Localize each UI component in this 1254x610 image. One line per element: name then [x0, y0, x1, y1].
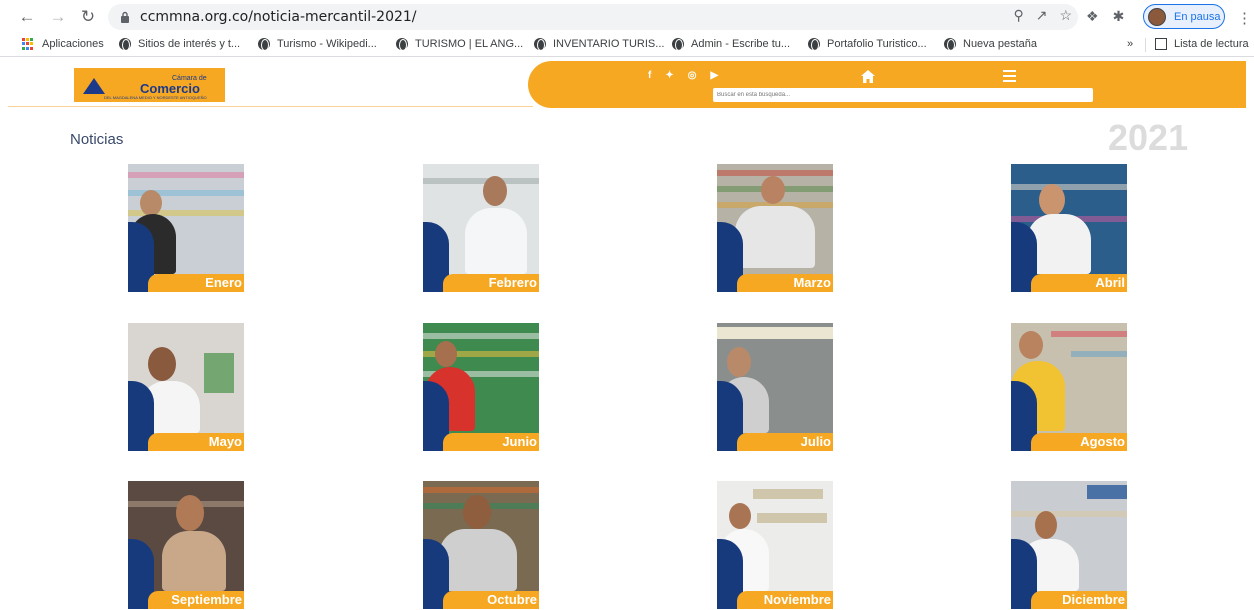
url-text[interactable]: ccmmna.org.co/noticia-mercantil-2021/ — [140, 9, 417, 25]
month-label: Marzo — [793, 275, 831, 290]
bookmark-item[interactable]: Turismo - Wikipedi... — [258, 38, 377, 51]
page-title: Noticias — [70, 131, 124, 148]
extension-icon[interactable]: ❖ — [1086, 8, 1099, 25]
month-card-septiembre[interactable]: Septiembre — [128, 481, 244, 609]
bookmark-item[interactable]: TURISMO | EL ANG... — [396, 38, 523, 51]
globe-icon — [396, 38, 408, 51]
reading-list-button[interactable]: Lista de lectura — [1155, 38, 1249, 50]
forward-arrow-icon[interactable]: → — [47, 6, 69, 28]
twitter-icon[interactable]: ✦ — [665, 70, 673, 81]
globe-icon — [534, 38, 546, 51]
month-label: Julio — [800, 434, 831, 449]
hamburger-menu-icon[interactable] — [1003, 70, 1016, 82]
site-search-input[interactable] — [713, 88, 1093, 102]
globe-icon — [672, 38, 684, 51]
profile-button[interactable]: En pausa — [1143, 4, 1225, 29]
avatar — [1148, 7, 1166, 26]
youtube-icon[interactable]: ▶ — [710, 70, 718, 81]
facebook-icon[interactable]: f — [648, 70, 651, 81]
browser-toolbar: ← → ↻ ccmmna.org.co/noticia-mercantil-20… — [0, 0, 1254, 33]
month-label: Noviembre — [763, 592, 831, 607]
address-bar[interactable]: ccmmna.org.co/noticia-mercantil-2021/ ⚲ … — [108, 4, 1078, 30]
bookmarks-overflow-button[interactable]: » — [1127, 38, 1133, 50]
year-heading: 2021 — [1108, 117, 1189, 158]
profile-status: En pausa — [1174, 10, 1221, 23]
month-label: Septiembre — [171, 592, 242, 607]
globe-icon — [119, 38, 131, 51]
globe-icon — [808, 38, 820, 51]
site-logo[interactable]: Cámara de Comercio DEL MAGDALENA MEDIO Y… — [74, 68, 225, 102]
month-card-julio[interactable]: Julio — [717, 323, 833, 451]
header-divider — [8, 106, 533, 107]
month-card-octubre[interactable]: Octubre — [423, 481, 539, 609]
share-icon[interactable]: ↗ — [1036, 7, 1048, 24]
bookmarks-bar: Aplicaciones Sitios de interés y t... Tu… — [0, 33, 1254, 57]
zoom-icon[interactable]: ⚲ — [1013, 7, 1023, 24]
bookmark-item[interactable]: Admin - Escribe tu... — [672, 38, 790, 51]
month-card-agosto[interactable]: Agosto — [1011, 323, 1127, 451]
bookmark-apps[interactable]: Aplicaciones — [22, 38, 104, 50]
month-label: Junio — [502, 434, 537, 449]
logo-triangle-icon — [83, 78, 105, 94]
home-icon[interactable] — [861, 70, 875, 86]
bookmark-item[interactable]: Nueva pestaña — [944, 38, 1037, 51]
globe-icon — [944, 38, 956, 51]
month-label: Mayo — [208, 434, 242, 449]
month-card-diciembre[interactable]: Diciembre — [1011, 481, 1127, 609]
month-label: Agosto — [1080, 434, 1125, 449]
bookmark-star-icon[interactable]: ☆ — [1059, 7, 1072, 24]
bookmark-item[interactable]: Portafolio Turistico... — [808, 38, 927, 51]
reload-icon[interactable]: ↻ — [77, 6, 99, 28]
month-card-junio[interactable]: Junio — [423, 323, 539, 451]
instagram-icon[interactable]: ◎ — [688, 70, 697, 81]
month-label: Octubre — [487, 592, 537, 607]
divider — [1145, 38, 1146, 52]
month-label: Abril — [1095, 275, 1125, 290]
month-card-febrero[interactable]: Febrero — [423, 164, 539, 292]
month-label: Diciembre — [1062, 592, 1125, 607]
social-links: f ✦ ◎ ▶ — [648, 70, 718, 81]
month-card-enero[interactable]: Enero — [128, 164, 244, 292]
puzzle-icon[interactable]: ✱ — [1113, 8, 1125, 25]
reading-list-icon — [1155, 38, 1167, 50]
globe-icon — [258, 38, 270, 51]
site-header: Cámara de Comercio DEL MAGDALENA MEDIO Y… — [0, 61, 1246, 108]
bookmark-item[interactable]: INVENTARIO TURIS... — [534, 38, 664, 51]
month-label: Febrero — [488, 275, 537, 290]
kebab-menu-icon[interactable]: ⋮ — [1237, 9, 1252, 27]
month-card-abril[interactable]: Abril — [1011, 164, 1127, 292]
back-arrow-icon[interactable]: ← — [16, 6, 38, 28]
bookmark-item[interactable]: Sitios de interés y t... — [119, 38, 240, 51]
month-card-mayo[interactable]: Mayo — [128, 323, 244, 451]
apps-grid-icon — [22, 38, 34, 50]
lock-icon[interactable] — [118, 10, 132, 24]
month-card-noviembre[interactable]: Noviembre — [717, 481, 833, 609]
month-card-marzo[interactable]: Marzo — [717, 164, 833, 292]
month-label: Enero — [205, 275, 242, 290]
